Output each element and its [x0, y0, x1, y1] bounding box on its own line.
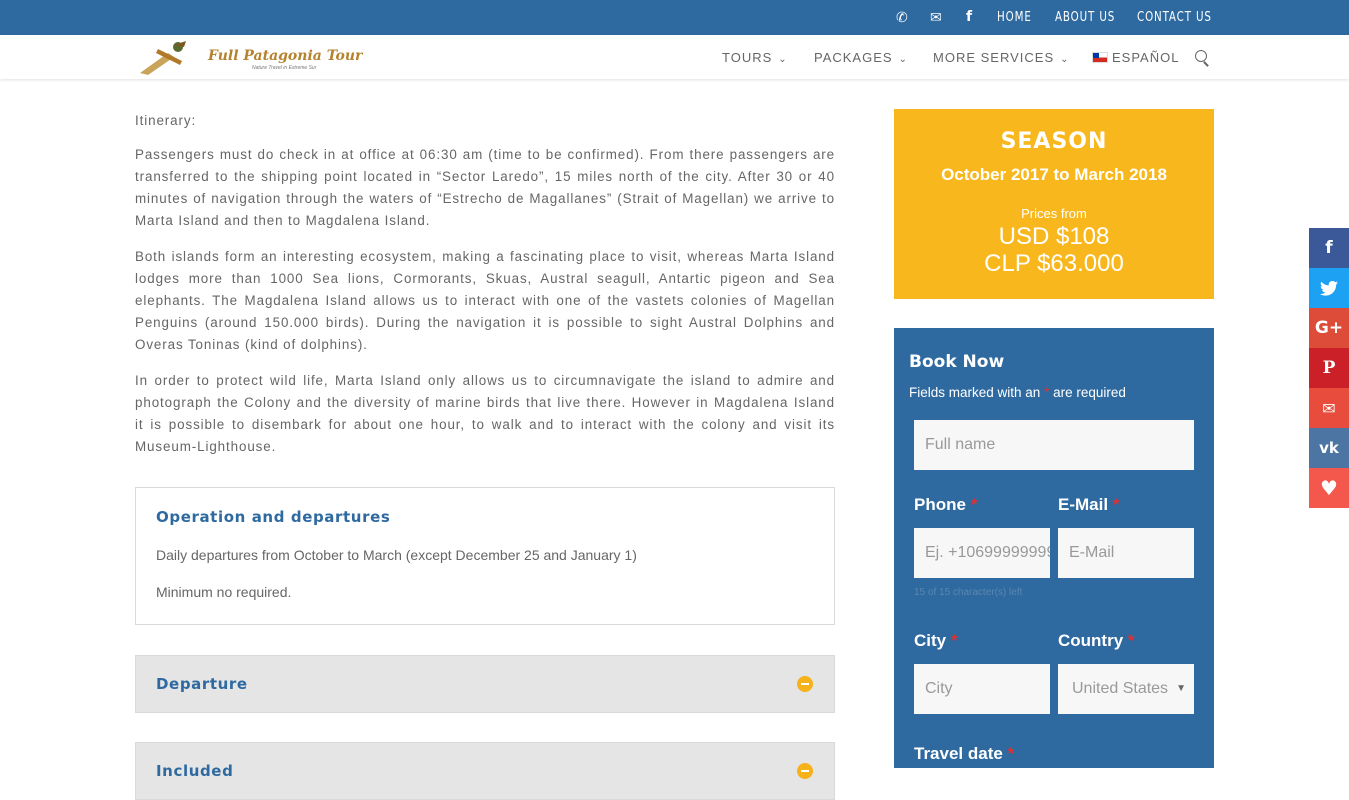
twitter-icon — [1320, 280, 1338, 296]
nav-packages-label: PACKAGES — [814, 50, 893, 65]
top-link-home[interactable]: HOME — [997, 10, 1032, 25]
phone-label-text: Phone — [914, 495, 966, 514]
operation-departures-box: Operation and departures Daily departure… — [135, 487, 835, 625]
season-card: SEASON October 2017 to March 2018 Prices… — [894, 109, 1214, 299]
facebook-icon: f — [1325, 238, 1333, 258]
price-usd: USD $108 — [998, 223, 1110, 250]
operation-title: Operation and departures — [156, 508, 391, 526]
country-label-text: Country — [1058, 631, 1124, 650]
booking-title: Book Now — [909, 352, 1005, 372]
required-star: * — [1127, 631, 1135, 650]
city-label: City * — [914, 631, 957, 651]
nav-packages[interactable]: PACKAGES ⌄ — [814, 50, 908, 65]
nav-more-services-label: MORE SERVICES — [933, 50, 1055, 65]
nav-tours-label: TOURS — [722, 50, 773, 65]
facebook-icon[interactable]: f — [966, 9, 972, 25]
operation-line: Daily departures from October to March (… — [156, 547, 637, 563]
phone-icon[interactable]: ✆ — [896, 9, 908, 25]
email-input[interactable]: E-Mail — [1058, 528, 1194, 578]
nav-language-label: ESPAÑOL — [1112, 50, 1180, 65]
required-star: * — [970, 495, 978, 514]
chevron-down-icon: ⌄ — [778, 54, 788, 65]
email-share-button[interactable]: ✉ — [1309, 388, 1349, 428]
required-star: * — [1112, 495, 1120, 514]
city-input[interactable]: City — [914, 664, 1050, 714]
top-link-contact-us[interactable]: CONTACT US — [1137, 10, 1212, 25]
toggle-included-title: Included — [156, 762, 234, 780]
required-note-text: Fields marked with an — [909, 385, 1045, 400]
nav-language[interactable]: ESPAÑOL — [1092, 50, 1179, 65]
required-note-text: are required — [1049, 385, 1126, 400]
google-plus-icon: G+ — [1314, 318, 1344, 338]
toggle-departure-title: Departure — [156, 675, 248, 693]
country-label: Country * — [1058, 631, 1135, 651]
toggle-departure[interactable]: Departure — [135, 655, 835, 713]
search-icon[interactable] — [1195, 50, 1207, 62]
twitter-share-button[interactable] — [1309, 268, 1349, 308]
season-title: SEASON — [1000, 129, 1108, 154]
operation-line: Minimum no required. — [156, 584, 292, 600]
price-clp: CLP $63.000 — [984, 250, 1124, 277]
itinerary-heading: Itinerary: — [135, 113, 197, 128]
required-note: Fields marked with an * are required — [909, 385, 1126, 400]
required-star: * — [1007, 744, 1015, 763]
country-select[interactable]: United States ▼ — [1058, 664, 1194, 714]
prices-from-label: Prices from — [1021, 206, 1087, 221]
heart-icon: ♥ — [1320, 476, 1338, 500]
city-label-text: City — [914, 631, 947, 650]
chile-flag-icon — [1092, 52, 1108, 63]
top-bar: ✆ ✉ f HOME ABOUT US CONTACT US — [0, 0, 1349, 35]
logo-emblem-icon — [140, 41, 186, 75]
season-dates: October 2017 to March 2018 — [941, 165, 1167, 184]
itinerary-paragraph: Both islands form an interesting ecosyst… — [135, 249, 835, 352]
logo-text: Full Patagonia Tour — [208, 48, 363, 64]
logo-tagline: Nature Travel in Extreme Sur — [252, 65, 317, 71]
collapse-icon[interactable] — [797, 676, 813, 692]
country-select-value: United States — [1072, 680, 1169, 697]
collapse-icon[interactable] — [797, 763, 813, 779]
google-plus-share-button[interactable]: G+ — [1309, 308, 1349, 348]
itinerary-paragraph: In order to protect wild life, Marta Isl… — [135, 373, 835, 454]
booking-form: Book Now Fields marked with an * are req… — [894, 328, 1214, 768]
pinterest-share-button[interactable]: P — [1309, 348, 1349, 388]
main-header: Full Patagonia Tour Nature Travel in Ext… — [0, 35, 1349, 79]
phone-label: Phone * — [914, 495, 977, 515]
email-label-text: E-Mail — [1058, 495, 1109, 514]
facebook-share-button[interactable]: f — [1309, 228, 1349, 268]
phone-input[interactable]: Ej. +106999999999 — [914, 528, 1050, 578]
site-logo[interactable]: Full Patagonia Tour Nature Travel in Ext… — [138, 39, 362, 77]
vk-share-button[interactable]: vk — [1309, 428, 1349, 468]
character-counter: 15 of 15 character(s) left — [914, 587, 1023, 598]
dropdown-arrow-icon: ▼ — [1176, 683, 1186, 694]
toggle-included[interactable]: Included — [135, 742, 835, 800]
travel-date-label-text: Travel date — [914, 744, 1003, 763]
full-name-input[interactable]: Full name — [914, 420, 1194, 470]
chevron-down-icon: ⌄ — [1060, 54, 1070, 65]
required-star: * — [950, 631, 958, 650]
vk-icon: vk — [1319, 439, 1339, 457]
top-link-about-us[interactable]: ABOUT US — [1055, 10, 1115, 25]
pinterest-icon: P — [1322, 358, 1336, 378]
travel-date-label: Travel date * — [914, 744, 1014, 764]
chevron-down-icon: ⌄ — [898, 54, 908, 65]
nav-tours[interactable]: TOURS ⌄ — [722, 50, 788, 65]
email-label: E-Mail * — [1058, 495, 1119, 515]
itinerary-paragraph: Passengers must do check in at office at… — [135, 147, 835, 228]
envelope-icon[interactable]: ✉ — [930, 9, 942, 25]
favorite-share-button[interactable]: ♥ — [1309, 468, 1349, 508]
nav-more-services[interactable]: MORE SERVICES ⌄ — [933, 50, 1070, 65]
email-icon: ✉ — [1322, 398, 1336, 418]
